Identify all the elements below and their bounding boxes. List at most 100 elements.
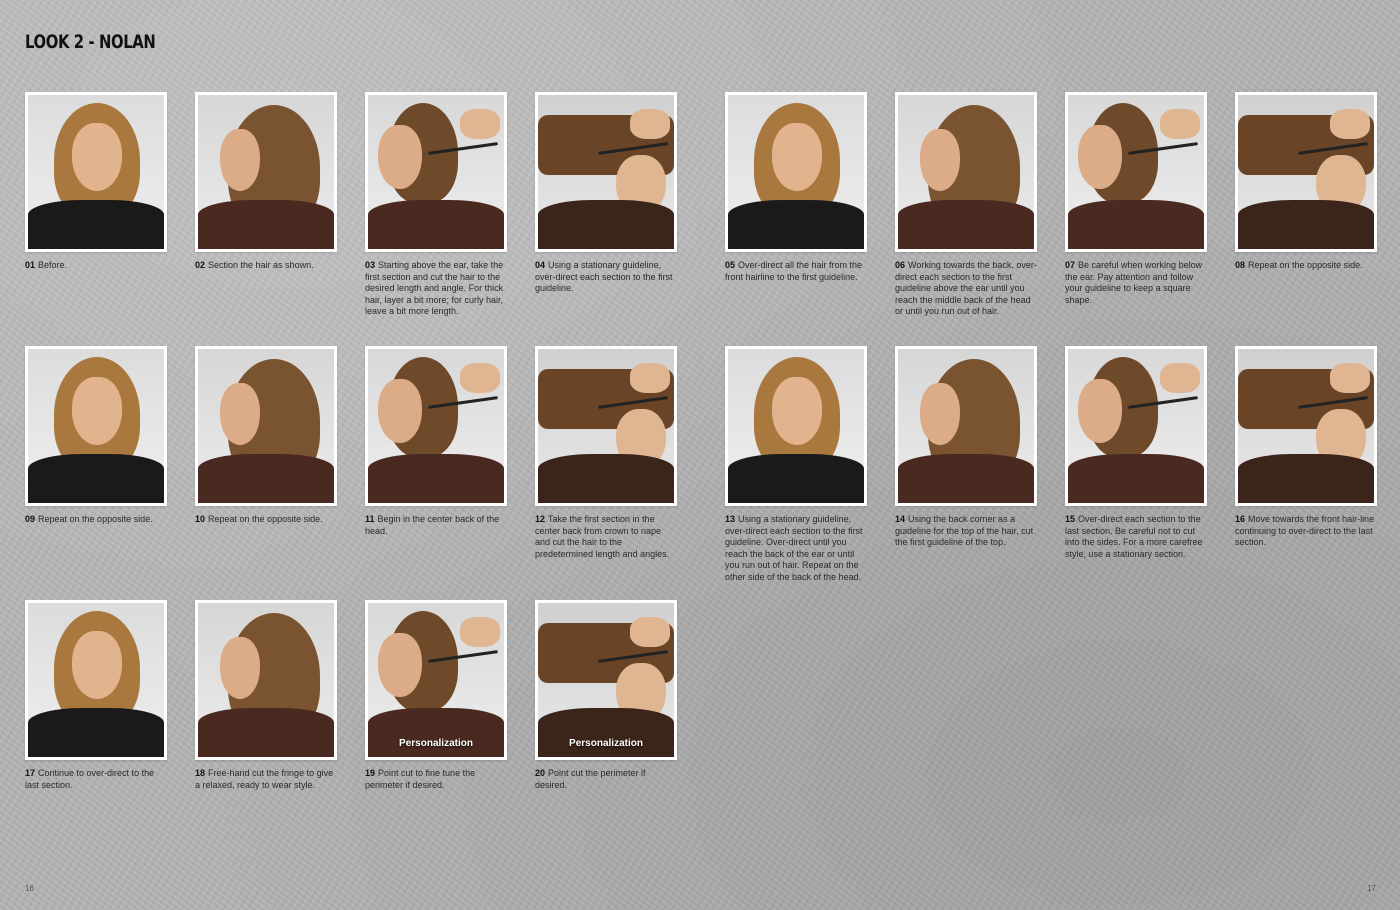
step-photo: [365, 346, 507, 506]
step-photo: Personalization: [365, 600, 507, 760]
step-caption: 03 Starting above the ear, take the first…: [365, 260, 507, 318]
personalization-badge: Personalization: [569, 738, 643, 749]
step-text: Using a stationary guideline, over-direc…: [725, 514, 863, 582]
step-text: Repeat on the opposite side.: [208, 514, 323, 524]
step-caption: 01 Before.: [25, 260, 167, 272]
step-09: 09 Repeat on the opposite side.: [25, 346, 167, 526]
step-14: 14 Using the back corner as a guideline f…: [895, 346, 1037, 549]
step-text: Using the back corner as a guideline for…: [895, 514, 1034, 547]
step-photo: [25, 346, 167, 506]
step-number: 02: [195, 260, 206, 270]
step-08: 08 Repeat on the opposite side.: [1235, 92, 1377, 272]
step-02: 02 Section the hair as shown.: [195, 92, 337, 272]
step-text: Free-hand cut the fringe to give a relax…: [195, 768, 334, 790]
step-caption: 13 Using a stationary guideline, over-dir…: [725, 514, 867, 583]
step-caption: 06 Working towards the back, over-direct …: [895, 260, 1037, 318]
step-text: Take the first section in the center bac…: [535, 514, 670, 559]
step-photo: [1235, 346, 1377, 506]
step-01: 01 Before.: [25, 92, 167, 272]
step-text: Continue to over-direct to the last sect…: [25, 768, 155, 790]
step-photo: [1065, 92, 1207, 252]
page-number-right: 17: [1367, 884, 1376, 893]
step-caption: 18 Free-hand cut the fringe to give a rel…: [195, 768, 337, 791]
step-11: 11 Begin in the center back of the head.: [365, 346, 507, 537]
step-10: 10 Repeat on the opposite side.: [195, 346, 337, 526]
step-caption: 04 Using a stationary guideline, over-dir…: [535, 260, 677, 295]
step-photo: [25, 92, 167, 252]
step-16: 16 Move towards the front hair-line conti…: [1235, 346, 1377, 549]
step-number: 13: [725, 514, 736, 524]
step-number: 06: [895, 260, 906, 270]
step-text: Working towards the back, over-direct ea…: [895, 260, 1037, 316]
step-text: Begin in the center back of the head.: [365, 514, 500, 536]
step-04: 04 Using a stationary guideline, over-dir…: [535, 92, 677, 295]
step-text: Before.: [38, 260, 68, 270]
step-caption: 20 Point cut the perimeter if desired.: [535, 768, 677, 791]
step-number: 15: [1065, 514, 1076, 524]
step-photo: [365, 92, 507, 252]
step-number: 10: [195, 514, 206, 524]
step-number: 04: [535, 260, 546, 270]
step-caption: 12 Take the first section in the center b…: [535, 514, 677, 560]
step-caption: 10 Repeat on the opposite side.: [195, 514, 337, 526]
step-caption: 15 Over-direct each section to the last s…: [1065, 514, 1207, 560]
step-20: Personalization 20 Point cut the perimeter…: [535, 600, 677, 791]
step-text: Repeat on the opposite side.: [1248, 260, 1363, 270]
step-photo: [195, 600, 337, 760]
page-number-left: 16: [25, 884, 34, 893]
step-number: 09: [25, 514, 36, 524]
step-13: 13 Using a stationary guideline, over-dir…: [725, 346, 867, 583]
step-number: 12: [535, 514, 546, 524]
step-caption: 16 Move towards the front hair-line conti…: [1235, 514, 1377, 549]
step-number: 14: [895, 514, 906, 524]
step-caption: 07 Be careful when working below the ear.…: [1065, 260, 1207, 306]
step-caption: 11 Begin in the center back of the head.: [365, 514, 507, 537]
step-17: 17 Continue to over-direct to the last se…: [25, 600, 167, 791]
step-caption: 14 Using the back corner as a guideline f…: [895, 514, 1037, 549]
step-text: Point cut the perimeter if desired.: [535, 768, 646, 790]
step-number: 18: [195, 768, 206, 778]
step-19: Personalization 19 Point cut to fine tune …: [365, 600, 507, 791]
step-photo: [1065, 346, 1207, 506]
step-text: Starting above the ear, take the first s…: [365, 260, 504, 316]
step-text: Repeat on the opposite side.: [38, 514, 153, 524]
step-text: Section the hair as shown.: [208, 260, 314, 270]
step-18: 18 Free-hand cut the fringe to give a rel…: [195, 600, 337, 791]
step-text: Using a stationary guideline, over-direc…: [535, 260, 673, 293]
step-number: 01: [25, 260, 36, 270]
step-photo: [725, 92, 867, 252]
page-spine: [699, 0, 701, 910]
step-text: Move towards the front hair-line continu…: [1235, 514, 1375, 547]
step-photo: [195, 346, 337, 506]
step-number: 17: [25, 768, 36, 778]
step-number: 11: [365, 514, 375, 524]
step-photo: [25, 600, 167, 760]
step-number: 20: [535, 768, 546, 778]
page-title: LOOK 2 - NOLAN: [25, 31, 156, 53]
step-photo: [895, 346, 1037, 506]
personalization-badge: Personalization: [399, 738, 473, 749]
step-photo: [535, 346, 677, 506]
step-photo: [535, 92, 677, 252]
step-text: Point cut to fine tune the perimeter if …: [365, 768, 476, 790]
step-number: 16: [1235, 514, 1246, 524]
step-caption: 05 Over-direct all the hair from the fron…: [725, 260, 867, 283]
step-number: 03: [365, 260, 376, 270]
step-photo: [725, 346, 867, 506]
step-caption: 09 Repeat on the opposite side.: [25, 514, 167, 526]
step-photo: [895, 92, 1037, 252]
step-03: 03 Starting above the ear, take the first…: [365, 92, 507, 318]
step-number: 05: [725, 260, 736, 270]
step-text: Over-direct all the hair from the front …: [725, 260, 863, 282]
step-06: 06 Working towards the back, over-direct …: [895, 92, 1037, 318]
step-text: Be careful when working below the ear. P…: [1065, 260, 1203, 305]
step-caption: 08 Repeat on the opposite side.: [1235, 260, 1377, 272]
step-caption: 17 Continue to over-direct to the last se…: [25, 768, 167, 791]
step-photo: [195, 92, 337, 252]
step-15: 15 Over-direct each section to the last s…: [1065, 346, 1207, 560]
step-number: 08: [1235, 260, 1246, 270]
step-caption: 02 Section the hair as shown.: [195, 260, 337, 272]
step-text: Over-direct each section to the last sec…: [1065, 514, 1203, 559]
step-photo: [1235, 92, 1377, 252]
step-number: 19: [365, 768, 376, 778]
